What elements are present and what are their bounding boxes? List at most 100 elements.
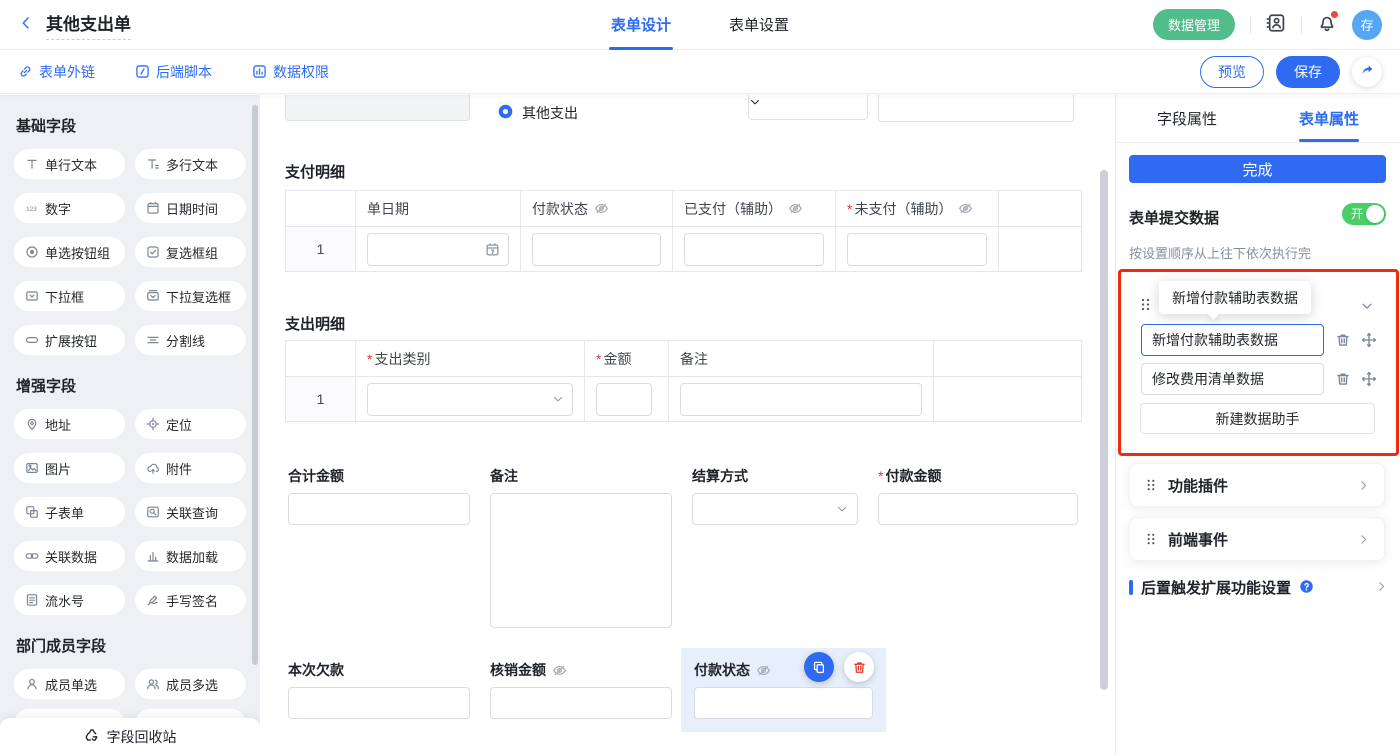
toolbar-link[interactable]: 后端脚本 [135,62,212,82]
field-writeoff-amount[interactable]: 核销金额 [490,661,672,719]
property-tab[interactable]: 表单属性 [1258,95,1400,142]
toolbar-link[interactable]: 表单外链 [18,62,95,82]
textarea-input[interactable] [490,493,672,628]
delete-field-button[interactable] [844,652,874,682]
text-input[interactable] [847,233,987,266]
done-button[interactable]: 完成 [1129,155,1386,183]
field-pill[interactable]: 单行文本 [14,149,125,179]
field-pill[interactable]: 手写签名 [135,585,246,615]
help-question-icon[interactable] [1299,579,1314,597]
field-pill-label: 成员单选 [45,675,97,694]
assistant-item[interactable]: 新增付款辅助表数据 [1141,324,1324,356]
canvas-scrollbar[interactable] [1100,170,1108,690]
field-pill[interactable]: 数据加载 [135,541,246,571]
collapse-section-button[interactable] [1360,299,1374,316]
panel-card[interactable]: 前端事件 [1129,517,1385,561]
avatar[interactable]: 存 [1352,10,1382,40]
number-input[interactable] [596,383,652,416]
move-icon[interactable] [1361,332,1377,348]
location-icon [146,417,160,431]
property-panel: 字段属性表单属性 完成 表单提交数据 开 按设置顺序从上往下依次执行完 新增付款… [1115,95,1400,755]
eye-off-icon [788,201,803,216]
text-input[interactable] [878,493,1078,525]
sidebar-section-title: 增强字段 [16,375,246,396]
field-pay-amount[interactable]: *付款金额 [878,467,1078,525]
field-pill[interactable]: 下拉复选框 [135,281,246,311]
header-tab[interactable]: 表单设计 [611,0,671,50]
clipped-select[interactable] [748,95,868,120]
save-button[interactable]: 保存 [1276,56,1340,88]
field-pill-label: 多行文本 [166,155,218,174]
field-pill[interactable]: 复选框组 [135,237,246,267]
contact-book-button[interactable] [1266,13,1286,36]
field-pill[interactable]: 扩展按钮 [14,325,125,355]
field-pill[interactable]: 地址 [14,409,125,439]
table-header-cell [934,341,1081,377]
field-pill[interactable]: 图片 [14,453,125,483]
header-tab[interactable]: 表单设置 [729,0,789,50]
select-input[interactable] [692,493,858,525]
field-pay-status-selected[interactable]: 付款状态 [681,648,886,732]
text-input[interactable] [288,687,470,719]
field-pill[interactable]: 成员单选 [14,669,125,699]
property-tab[interactable]: 字段属性 [1116,95,1258,142]
form-title[interactable]: 其他支出单 [46,10,131,40]
field-current-debt[interactable]: 本次欠款 [288,661,470,719]
text-input[interactable] [490,687,672,719]
new-data-assistant-button[interactable]: 新建数据助手 [1140,403,1375,434]
data-manage-button[interactable]: 数据管理 [1153,9,1235,40]
notification-button[interactable] [1317,13,1337,36]
share-button[interactable] [1352,57,1382,87]
field-pill[interactable]: 多行文本 [135,149,246,179]
field-pill[interactable]: 日期时间 [135,193,246,223]
field-pill-label: 图片 [45,459,71,478]
field-pill[interactable]: 定位 [135,409,246,439]
field-pill[interactable]: 成员多选 [135,669,246,699]
post-trigger-extension-row[interactable]: 后置触发扩展功能设置 [1129,577,1388,598]
field-pill[interactable]: 单选按钮组 [14,237,125,267]
move-icon[interactable] [1361,371,1377,387]
date-input[interactable] [367,233,509,266]
field-pill[interactable]: 关联数据 [14,541,125,571]
assistant-item[interactable]: 修改费用清单数据 [1141,363,1324,395]
field-settle-method[interactable]: 结算方式 [692,467,858,525]
field-pill[interactable]: 下拉框 [14,281,125,311]
checkbox-group-icon [146,245,160,259]
select-input[interactable] [367,383,573,416]
text-input[interactable] [532,233,661,266]
field-total-amount[interactable]: 合计金额 [288,467,470,525]
clipped-input[interactable] [285,95,470,121]
table-header-cell: *支出类别 [356,341,585,377]
trash-icon[interactable] [1335,332,1351,348]
text-input[interactable] [684,233,824,266]
field-pill[interactable]: 附件 [135,453,246,483]
preview-button[interactable]: 预览 [1200,56,1264,88]
text-input[interactable] [288,493,470,525]
field-pill[interactable]: 流水号 [14,585,125,615]
field-pill-label: 复选框组 [166,243,218,262]
grip-icon [1144,532,1158,546]
field-pill[interactable]: 子表单 [14,497,125,527]
text-input[interactable] [680,383,922,416]
back-button[interactable] [18,15,34,34]
field-pill-label: 单选按钮组 [45,243,110,262]
clipped-input[interactable] [878,95,1074,122]
sidebar-section-title: 部门成员字段 [16,635,246,656]
field-pill-label: 日期时间 [166,199,218,218]
field-pill[interactable]: 分割线 [135,325,246,355]
radio-option[interactable]: 其他支出 [497,103,578,123]
drag-handle[interactable] [1138,297,1153,315]
text-input[interactable] [694,687,873,719]
submit-data-toggle[interactable]: 开 [1342,203,1386,225]
subform-title: 支出明细 [285,313,345,334]
panel-card[interactable]: 功能插件 [1129,463,1385,507]
field-pill[interactable]: 关联查询 [135,497,246,527]
lookup-query-icon [146,505,160,519]
sidebar-scrollbar[interactable] [252,105,258,665]
trash-icon[interactable] [1335,371,1351,387]
copy-field-button[interactable] [804,652,834,682]
field-recycle-bin[interactable]: 字段回收站 [0,718,260,755]
field-pill[interactable]: 123数字 [14,193,125,223]
toolbar-link[interactable]: 数据权限 [252,62,329,82]
field-remark[interactable]: 备注 [490,467,672,628]
